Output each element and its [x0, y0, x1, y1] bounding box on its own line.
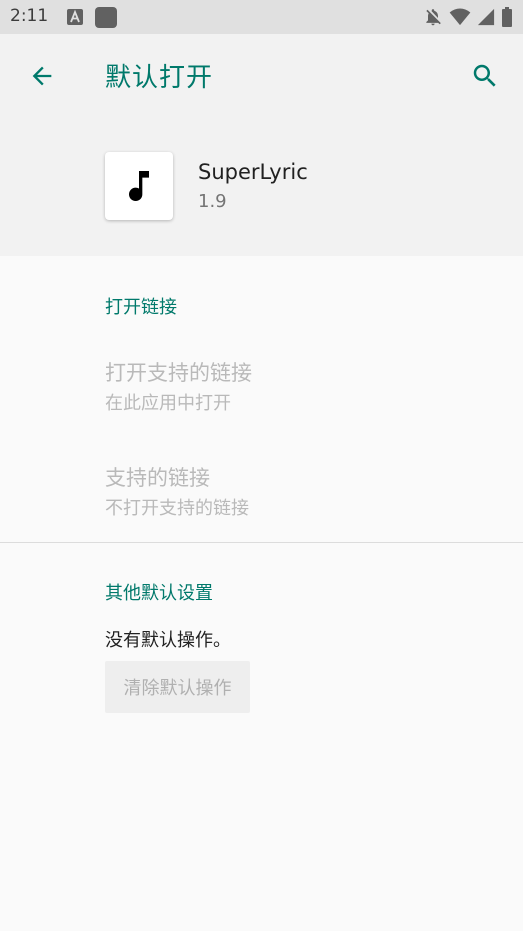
- open-links-section-title: 打开链接: [105, 297, 177, 318]
- page-title: 默认打开: [105, 63, 214, 93]
- clear-defaults-button[interactable]: 清除默认操作: [105, 661, 250, 713]
- app-version: 1.9: [198, 191, 227, 212]
- other-defaults-section-title: 其他默认设置: [105, 583, 213, 604]
- signal-icon: [477, 8, 495, 26]
- notifications-off-icon: [426, 9, 441, 26]
- supported-links-summary: 不打开支持的链接: [105, 498, 249, 519]
- arrow-back-icon: [32, 66, 52, 86]
- status-time: 2:11: [10, 6, 49, 26]
- music-note-icon: [129, 171, 149, 201]
- wifi-icon: [449, 8, 471, 26]
- app-name: SuperLyric: [198, 160, 308, 184]
- search-icon: [473, 64, 496, 87]
- back-button[interactable]: [22, 56, 62, 96]
- open-supported-links-summary: 在此应用中打开: [105, 393, 231, 414]
- supported-links-title: 支持的链接: [105, 466, 210, 490]
- search-button[interactable]: [465, 56, 505, 96]
- open-supported-links-title: 打开支持的链接: [105, 361, 252, 385]
- text-notification-icon: [67, 9, 83, 25]
- status-bar: 2:11: [0, 0, 523, 34]
- app-icon: [105, 152, 173, 220]
- app-header: 默认打开 SuperLyric 1.9: [0, 34, 523, 256]
- status-icons: [423, 7, 513, 27]
- section-divider: [0, 542, 523, 543]
- app-notification-icon: [95, 7, 117, 28]
- battery-icon: [502, 7, 512, 27]
- no-defaults-text: 没有默认操作。: [105, 630, 231, 651]
